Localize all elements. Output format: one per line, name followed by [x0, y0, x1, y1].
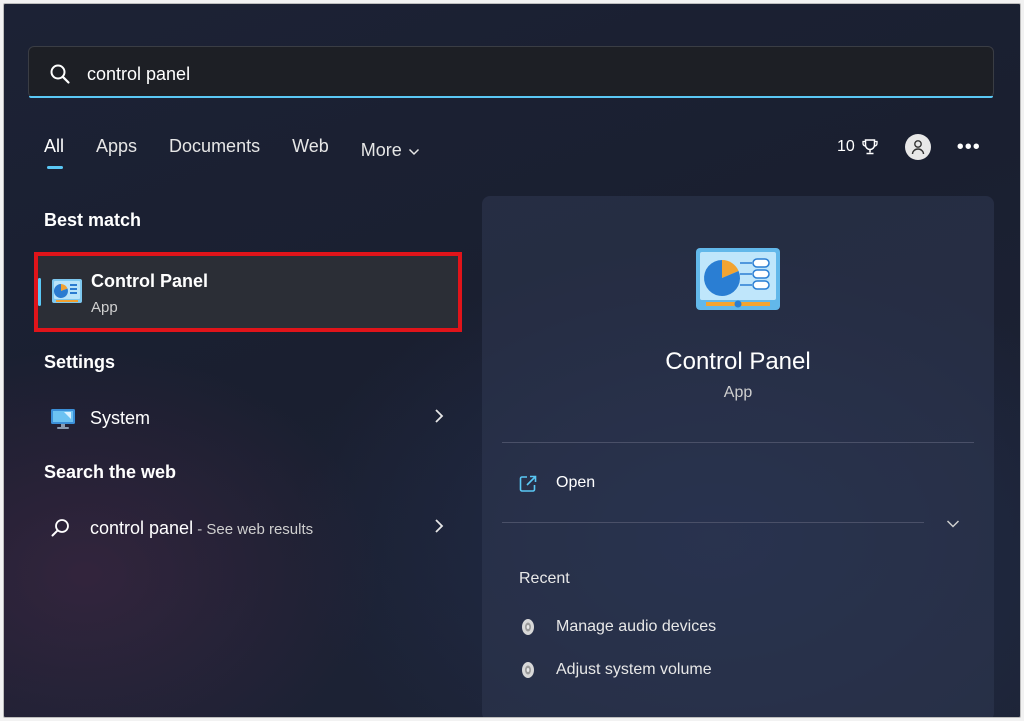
search-window: All Apps Documents Web More 10 [3, 3, 1021, 718]
search-box[interactable] [28, 46, 994, 98]
open-external-icon [518, 474, 538, 499]
header-actions: 10 ••• [837, 130, 981, 164]
speaker-icon [520, 661, 536, 684]
best-match-item[interactable]: Control Panel App [34, 252, 462, 332]
best-match-type: App [91, 299, 118, 316]
recent-item-label: Manage audio devices [556, 618, 717, 635]
settings-item-label: System [90, 408, 151, 428]
tab-documents[interactable]: Documents [169, 134, 260, 166]
detail-subtitle: App [723, 384, 753, 401]
rewards-button[interactable]: 10 [837, 138, 879, 156]
speaker-icon [520, 618, 536, 641]
control-panel-large-icon [696, 248, 780, 319]
chevron-right-icon [434, 408, 444, 429]
monitor-icon [50, 407, 76, 436]
tab-more[interactable]: More [361, 134, 420, 166]
user-avatar[interactable] [904, 134, 931, 160]
search-icon [49, 63, 71, 85]
open-label: Open [556, 474, 596, 491]
tab-apps[interactable]: Apps [96, 134, 137, 166]
tab-web[interactable]: Web [292, 134, 329, 166]
settings-heading: Settings [44, 352, 116, 372]
recent-heading: Recent [519, 570, 570, 587]
best-match-heading: Best match [44, 210, 142, 230]
filter-tabs: All Apps Documents Web More [44, 134, 452, 169]
person-icon [911, 140, 924, 155]
settings-item-system[interactable]: System [44, 399, 454, 439]
search-focus-underline [29, 96, 993, 98]
detail-panel: Control Panel App Open Recent Manage aud… [482, 196, 994, 717]
web-query: control panel [90, 518, 194, 538]
chevron-down-icon [408, 138, 420, 162]
more-options-icon[interactable]: ••• [957, 137, 981, 157]
web-search-icon [50, 517, 72, 544]
web-result-label: control panel - See web results [90, 518, 313, 539]
best-match-name: Control Panel [91, 271, 209, 291]
tab-all[interactable]: All [44, 134, 64, 169]
search-input[interactable] [85, 57, 969, 91]
web-result-item[interactable]: control panel - See web results [44, 509, 454, 549]
rewards-points: 10 [837, 138, 855, 155]
divider [502, 442, 974, 443]
selection-indicator [38, 278, 41, 306]
divider [502, 522, 924, 523]
expand-chevron-icon[interactable] [946, 516, 960, 534]
web-result-suffix: - See web results [193, 521, 314, 538]
trophy-icon [861, 138, 879, 156]
recent-item-label: Adjust system volume [556, 661, 712, 678]
search-web-heading: Search the web [44, 462, 177, 482]
chevron-right-icon [434, 518, 444, 539]
tab-more-label: More [360, 140, 402, 160]
detail-title: Control Panel [665, 348, 811, 375]
control-panel-icon [51, 278, 83, 311]
